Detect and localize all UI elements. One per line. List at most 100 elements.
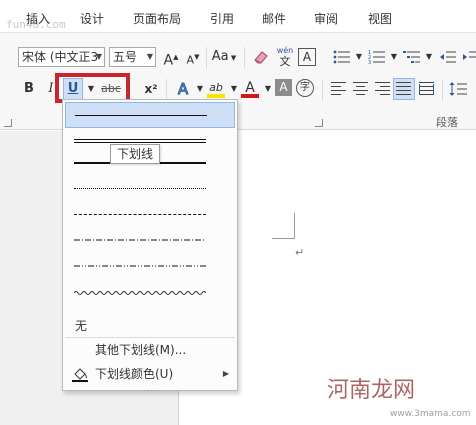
bold-button[interactable]: B	[18, 78, 40, 100]
tab-review[interactable]: 审阅	[314, 10, 338, 27]
tab-mailings[interactable]: 邮件	[262, 10, 286, 27]
align-center-button[interactable]	[350, 78, 372, 100]
line-spacing-button[interactable]	[447, 78, 469, 100]
multilevel-list-icon	[403, 51, 420, 63]
wave-line-icon	[74, 291, 206, 295]
menu-divider	[65, 337, 235, 338]
font-name-value: 宋体 (中文正3	[22, 50, 99, 64]
numbering-button[interactable]: 123	[366, 46, 388, 68]
highlight-button[interactable]: ab	[205, 77, 227, 99]
font-group-launcher[interactable]	[4, 119, 12, 127]
font-dialog-launcher[interactable]	[315, 119, 323, 127]
highlight-color-bar	[207, 94, 225, 98]
character-shading-button[interactable]: A	[275, 79, 292, 96]
justify-icon	[396, 82, 411, 95]
underline-option-dash-dot-dot[interactable]	[65, 254, 235, 280]
align-left-button[interactable]	[328, 78, 350, 100]
underline-option-dotted[interactable]	[65, 176, 235, 202]
tab-view[interactable]: 视图	[368, 10, 392, 27]
clear-formatting-button[interactable]	[250, 46, 272, 68]
tab-design[interactable]: 设计	[80, 10, 104, 27]
font-name-combo[interactable]: 宋体 (中文正3 ▼	[18, 47, 105, 67]
tab-page-layout[interactable]: 页面布局	[133, 10, 181, 27]
decrease-indent-icon	[440, 51, 456, 63]
underline-option-wave[interactable]	[65, 282, 235, 308]
character-border-icon: A	[302, 50, 312, 64]
bullet-list-icon	[333, 50, 350, 64]
divider	[206, 47, 207, 69]
bullets-dropdown[interactable]: ▼	[352, 46, 366, 68]
enclose-characters-button[interactable]: 字	[296, 79, 314, 97]
tab-references[interactable]: 引用	[210, 10, 234, 27]
paint-bucket-icon	[72, 368, 88, 382]
submenu-arrow-icon: ▶	[222, 369, 229, 378]
text-effects-button[interactable]: A	[172, 78, 194, 100]
font-size-combo[interactable]: 五号 ▼	[109, 47, 156, 67]
highlighter-icon: ab	[209, 81, 223, 94]
more-underlines-item[interactable]: 其他下划线(M)...	[65, 339, 235, 361]
phonetic-guide-button[interactable]: wén 文	[273, 43, 297, 68]
chevron-down-icon: ▼	[95, 52, 102, 61]
enclose-characters-icon: 字	[300, 82, 310, 93]
numbering-dropdown[interactable]: ▼	[387, 46, 401, 68]
justify-button[interactable]	[393, 78, 415, 100]
superscript-button[interactable]: x²	[140, 78, 162, 100]
numbered-list-icon: 123	[368, 50, 385, 66]
character-shading-icon: A	[279, 80, 288, 94]
font-color-dropdown[interactable]: ▼	[261, 78, 275, 100]
align-right-icon	[375, 82, 390, 95]
underline-color-item[interactable]: 下划线颜色(U) ▶	[65, 363, 235, 385]
multilevel-dropdown[interactable]: ▼	[422, 46, 436, 68]
phonetic-guide-char: 文	[279, 55, 291, 68]
group-label-paragraph: 段落	[436, 116, 458, 129]
superscript-icon: x²	[144, 82, 158, 96]
increase-indent-icon	[463, 51, 476, 60]
change-case-button[interactable]: Aa ▼	[210, 46, 238, 68]
font-size-value: 五号	[113, 50, 138, 64]
underline-option-none[interactable]: 无	[75, 317, 87, 334]
resize-grip[interactable]: ....	[143, 384, 157, 393]
change-case-icon: Aa	[211, 49, 229, 64]
italic-icon: I	[48, 81, 54, 96]
dash-dot-line-icon	[74, 239, 206, 241]
tab-insert[interactable]: 插入	[26, 10, 50, 27]
line-spacing-icon	[449, 82, 467, 96]
align-left-icon	[331, 82, 346, 95]
more-underlines-label: 其他下划线(M)...	[95, 343, 187, 357]
grow-font-button[interactable]: A▲	[160, 46, 182, 69]
bullets-button[interactable]	[331, 46, 353, 68]
divider	[244, 47, 245, 69]
dash-dot-dot-line-icon	[74, 265, 206, 267]
watermark-url: www.3mama.com	[390, 409, 471, 419]
ribbon-tab-bar: fun48.com 插入 设计 页面布局 引用 邮件 审阅 视图	[0, 0, 476, 32]
underline-color-label: 下划线颜色(U)	[95, 367, 174, 381]
underline-option-single[interactable]	[65, 102, 235, 128]
shrink-font-icon: A	[186, 53, 195, 67]
distributed-button[interactable]	[416, 78, 438, 100]
underline-option-dash-dot[interactable]	[65, 228, 235, 254]
bold-icon: B	[24, 81, 34, 96]
shrink-font-button[interactable]: A▼	[182, 46, 204, 68]
watermark-logo: 河南龙网	[327, 378, 416, 403]
multilevel-list-button[interactable]	[401, 46, 423, 68]
margin-corner-mark	[272, 238, 295, 239]
font-color-bar	[241, 94, 259, 98]
decrease-indent-button[interactable]	[437, 46, 459, 68]
eraser-icon	[254, 51, 268, 64]
divider	[166, 79, 167, 101]
underline-dropdown-menu: 无 其他下划线(M)... 下划线颜色(U) ▶ ....	[62, 99, 238, 393]
underline-tooltip: 下划线	[110, 144, 161, 164]
divider	[442, 79, 443, 101]
increase-indent-button[interactable]	[459, 46, 476, 68]
paragraph-mark-icon: ↵	[295, 246, 305, 259]
underline-option-dashed[interactable]	[65, 202, 235, 228]
character-border-button[interactable]: A	[298, 48, 316, 66]
svg-text:3: 3	[368, 60, 371, 65]
divider	[322, 79, 323, 101]
margin-corner-mark	[294, 213, 295, 239]
font-color-button[interactable]: A	[239, 77, 261, 99]
distributed-icon	[419, 82, 434, 95]
align-right-button[interactable]	[372, 78, 394, 100]
text-effects-icon: A	[177, 80, 189, 99]
chevron-down-icon: ▼	[146, 52, 153, 61]
